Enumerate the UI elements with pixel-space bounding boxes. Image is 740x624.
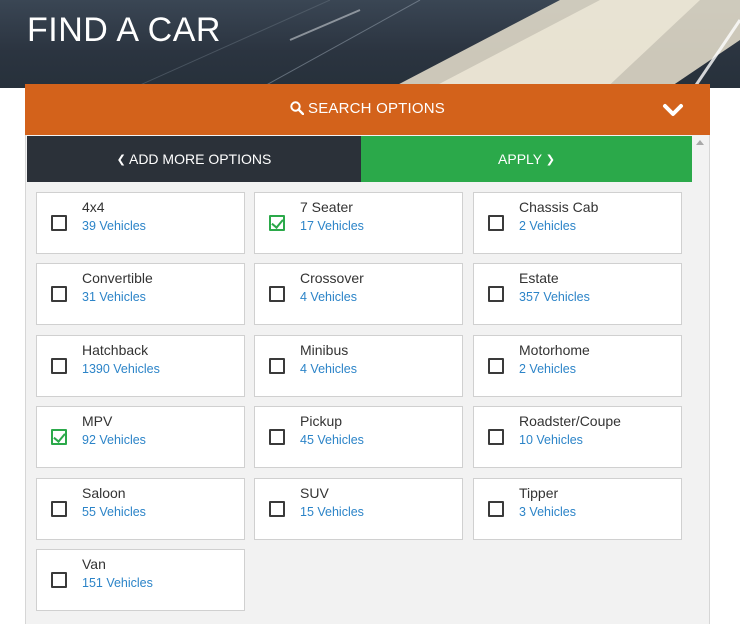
apply-label: APPLY bbox=[498, 151, 542, 167]
body-type-checkbox[interactable] bbox=[51, 572, 67, 588]
add-more-options-button[interactable]: ❮ ADD MORE OPTIONS bbox=[27, 136, 361, 182]
search-options-label-wrap: SEARCH OPTIONS bbox=[25, 100, 710, 119]
chevron-down-icon[interactable] bbox=[662, 102, 684, 118]
body-type-checkbox[interactable] bbox=[51, 358, 67, 374]
body-type-count-link[interactable]: 39 Vehicles bbox=[82, 219, 146, 233]
scrollbar[interactable] bbox=[692, 136, 709, 624]
body-type-checkbox[interactable] bbox=[269, 215, 285, 231]
body-type-count-link[interactable]: 55 Vehicles bbox=[82, 505, 146, 519]
body-type-option[interactable]: Estate 357 Vehicles bbox=[473, 263, 682, 325]
body-type-count-link[interactable]: 31 Vehicles bbox=[82, 290, 146, 304]
body-type-name: Roadster/Coupe bbox=[519, 413, 621, 429]
body-type-checkbox[interactable] bbox=[269, 429, 285, 445]
body-type-checkbox[interactable] bbox=[269, 501, 285, 517]
body-type-checkbox[interactable] bbox=[51, 501, 67, 517]
body-type-name: Pickup bbox=[300, 413, 343, 429]
body-type-checkbox[interactable] bbox=[51, 429, 67, 445]
body-type-count-link[interactable]: 151 Vehicles bbox=[82, 576, 153, 590]
body-type-name: Tipper bbox=[519, 485, 559, 501]
body-type-name: 7 Seater bbox=[300, 199, 353, 215]
body-type-count-link[interactable]: 1390 Vehicles bbox=[82, 362, 160, 376]
body-type-option[interactable]: Chassis Cab 2 Vehicles bbox=[473, 192, 682, 254]
apply-button[interactable]: APPLY ❯ bbox=[361, 136, 692, 182]
body-type-name: Hatchback bbox=[82, 342, 149, 358]
body-type-name: Motorhome bbox=[519, 342, 590, 358]
body-type-name: Minibus bbox=[300, 342, 349, 358]
body-type-option[interactable]: Minibus 4 Vehicles bbox=[254, 335, 463, 397]
body-type-count-link[interactable]: 2 Vehicles bbox=[519, 219, 576, 233]
hero-banner: FIND A CAR bbox=[0, 0, 740, 94]
body-type-checkbox[interactable] bbox=[488, 501, 504, 517]
body-type-count-link[interactable]: 2 Vehicles bbox=[519, 362, 576, 376]
body-type-checkbox[interactable] bbox=[488, 286, 504, 302]
chevron-right-icon: ❯ bbox=[545, 154, 555, 166]
body-type-option[interactable]: Pickup 45 Vehicles bbox=[254, 406, 463, 468]
body-type-name: Chassis Cab bbox=[519, 199, 599, 215]
body-type-count-link[interactable]: 15 Vehicles bbox=[300, 505, 364, 519]
body-type-option[interactable]: 7 Seater 17 Vehicles bbox=[254, 192, 463, 254]
body-type-checkbox[interactable] bbox=[488, 358, 504, 374]
body-type-option[interactable]: Crossover 4 Vehicles bbox=[254, 263, 463, 325]
action-buttons: ❮ ADD MORE OPTIONS APPLY ❯ bbox=[27, 136, 692, 182]
body-type-name: MPV bbox=[82, 413, 113, 429]
body-type-option[interactable]: SUV 15 Vehicles bbox=[254, 478, 463, 540]
body-type-checkbox[interactable] bbox=[51, 286, 67, 302]
body-type-name: Crossover bbox=[300, 270, 364, 286]
chevron-left-icon: ❮ bbox=[116, 154, 126, 166]
body-type-name: Estate bbox=[519, 270, 559, 286]
body-type-checkbox[interactable] bbox=[269, 358, 285, 374]
body-type-option[interactable]: Convertible 31 Vehicles bbox=[36, 263, 245, 325]
scroll-up-arrow-icon[interactable] bbox=[696, 140, 704, 145]
body-type-option[interactable]: Motorhome 2 Vehicles bbox=[473, 335, 682, 397]
body-type-count-link[interactable]: 357 Vehicles bbox=[519, 290, 590, 304]
body-type-count-link[interactable]: 92 Vehicles bbox=[82, 433, 146, 447]
body-type-count-link[interactable]: 17 Vehicles bbox=[300, 219, 364, 233]
body-type-name: 4x4 bbox=[82, 199, 105, 215]
body-type-count-link[interactable]: 4 Vehicles bbox=[300, 362, 357, 376]
add-more-options-label: ADD MORE OPTIONS bbox=[128, 151, 272, 167]
body-type-option[interactable]: Saloon 55 Vehicles bbox=[36, 478, 245, 540]
body-type-name: Convertible bbox=[82, 270, 153, 286]
body-type-option[interactable]: MPV 92 Vehicles bbox=[36, 406, 245, 468]
body-type-checkbox[interactable] bbox=[488, 429, 504, 445]
body-type-checkbox[interactable] bbox=[269, 286, 285, 302]
body-type-option[interactable]: Tipper 3 Vehicles bbox=[473, 478, 682, 540]
body-type-count-link[interactable]: 45 Vehicles bbox=[300, 433, 364, 447]
body-type-count-link[interactable]: 3 Vehicles bbox=[519, 505, 576, 519]
body-type-option[interactable]: 4x4 39 Vehicles bbox=[36, 192, 245, 254]
body-type-option[interactable]: Hatchback 1390 Vehicles bbox=[36, 335, 245, 397]
magnifier-icon bbox=[290, 101, 305, 119]
body-type-name: Van bbox=[82, 556, 106, 572]
page-title: FIND A CAR bbox=[27, 11, 221, 49]
search-options-toggle[interactable]: SEARCH OPTIONS bbox=[25, 84, 710, 135]
body-type-name: SUV bbox=[300, 485, 329, 501]
body-type-option[interactable]: Roadster/Coupe 10 Vehicles bbox=[473, 406, 682, 468]
body-type-count-link[interactable]: 10 Vehicles bbox=[519, 433, 583, 447]
body-type-option[interactable]: Van 151 Vehicles bbox=[36, 549, 245, 611]
body-type-checkbox[interactable] bbox=[51, 215, 67, 231]
body-type-checkbox[interactable] bbox=[488, 215, 504, 231]
body-type-count-link[interactable]: 4 Vehicles bbox=[300, 290, 357, 304]
body-type-name: Saloon bbox=[82, 485, 126, 501]
search-options-label: SEARCH OPTIONS bbox=[308, 100, 445, 117]
